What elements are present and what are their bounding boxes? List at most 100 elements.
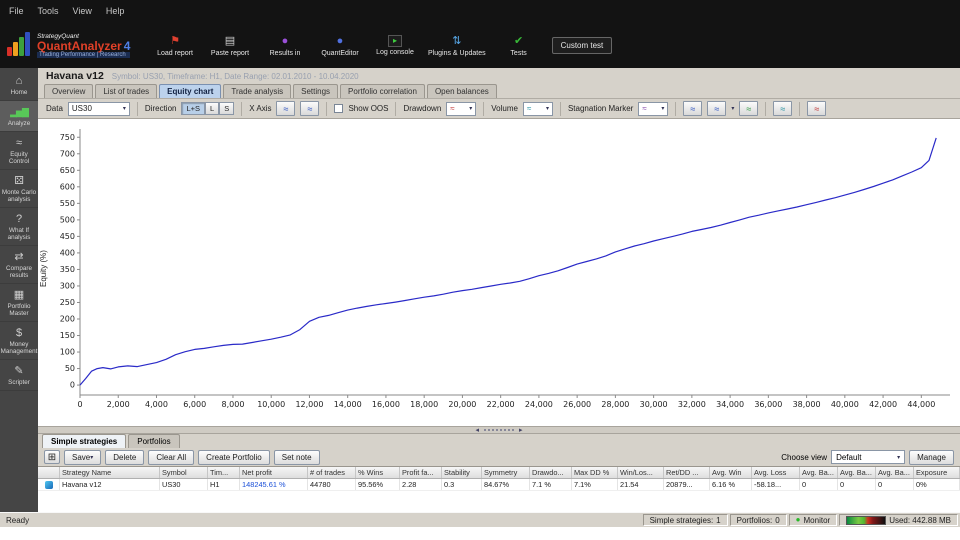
svg-text:18,000: 18,000 [410, 400, 438, 409]
menu-file[interactable]: File [9, 6, 24, 16]
portfolios-count: 0 [775, 515, 780, 525]
custom-test-button[interactable]: Custom test [551, 36, 613, 54]
sidebar-item-home[interactable]: ⌂ Home [0, 70, 38, 101]
menu-view[interactable]: View [73, 6, 92, 16]
sidebar-item-compare-results[interactable]: ⇄ Compare results [0, 246, 38, 284]
sidebar-item-money-management[interactable]: $ Money Management [0, 322, 38, 360]
set-note-button[interactable]: Set note [273, 449, 320, 465]
column-avg-win[interactable]: Avg. Win [710, 467, 752, 478]
sidebar-item-equity-control[interactable]: ≈ Equity Control [0, 132, 38, 170]
menu-tools[interactable]: Tools [38, 6, 59, 16]
svg-text:50: 50 [65, 364, 75, 373]
overlay-compare-button[interactable]: ≈ [773, 101, 793, 116]
show-oos-checkbox[interactable] [334, 104, 344, 113]
chart-style-log-button[interactable]: ≈ [707, 101, 727, 116]
column-timeframe[interactable]: Tim... [208, 467, 240, 478]
column-ret-dd[interactable]: Ret/DD ... [664, 467, 710, 478]
column-strategy-name[interactable]: Strategy Name [60, 467, 160, 478]
tab-settings[interactable]: Settings [293, 84, 339, 98]
overlay-equity-button[interactable]: ≈ [739, 101, 759, 116]
tab-overview[interactable]: Overview [44, 84, 94, 98]
column-drawdown[interactable]: Drawdo... [530, 467, 572, 478]
sidebar-item-analyze[interactable]: ▂▅▇ Analyze [0, 101, 38, 132]
xaxis-time-icon: ≈ [307, 103, 313, 114]
column-symbol[interactable]: Symbol [160, 467, 208, 478]
tests-button[interactable]: ✔ Tests [497, 34, 541, 57]
quantanalyzer-logo-icon [6, 32, 32, 58]
status-monitor[interactable]: ● Monitor [788, 514, 838, 526]
direction-long-button[interactable]: L [205, 102, 220, 115]
svg-text:650: 650 [60, 166, 75, 175]
report-subtitle: Symbol: US30, Timeframe: H1, Date Range:… [111, 71, 359, 81]
table-row[interactable]: Havana v12 US30 H1 148245.61 % 44780 95.… [38, 479, 960, 491]
sidebar-item-what-if[interactable]: ? What If analysis [0, 208, 38, 246]
xaxis-label: X Axis [249, 104, 272, 113]
column-avg-ba-3[interactable]: Avg. Ba... [876, 467, 914, 478]
create-portfolio-button[interactable]: Create Portfolio [198, 449, 270, 465]
column-symmetry[interactable]: Symmetry [482, 467, 530, 478]
load-report-button[interactable]: ⚑ Load report [153, 34, 197, 57]
log-console-button[interactable]: ▸ Log console [373, 34, 417, 56]
strategy-icon-cell [38, 479, 60, 490]
paste-report-button[interactable]: ▤ Paste report [208, 34, 252, 57]
cell-drawdown: 7.1 % [530, 479, 572, 490]
tab-portfolio-correlation[interactable]: Portfolio correlation [340, 84, 425, 98]
chevron-down-icon: ▾ [469, 106, 473, 112]
chart-table-splitter[interactable]: ◂ ▸ [38, 426, 960, 434]
tab-list-of-trades[interactable]: List of trades [95, 84, 158, 98]
column-max-dd[interactable]: Max DD % [572, 467, 618, 478]
overlay-benchmark-button[interactable]: ≈ [807, 101, 827, 116]
data-select[interactable]: US30 ▾ [67, 101, 130, 116]
report-title: Havana v12 [46, 70, 104, 82]
cell-profit-factor: 2.28 [400, 479, 442, 490]
select-columns-button[interactable]: ⊞ [44, 450, 60, 464]
menu-help[interactable]: Help [106, 6, 125, 16]
strategies-toolbar: ⊞ Save ▾ Delete Clear All Create Portfoli… [38, 448, 960, 466]
report-tabs: Overview List of trades Equity chart Tra… [38, 84, 960, 98]
column-num-trades[interactable]: # of trades [308, 467, 356, 478]
tab-equity-chart[interactable]: Equity chart [159, 84, 222, 98]
column-avg-ba-2[interactable]: Avg. Ba... [838, 467, 876, 478]
results-in-button[interactable]: ● Results in [263, 34, 307, 57]
column-avg-loss[interactable]: Avg. Loss [752, 467, 800, 478]
sidebar-item-scripter[interactable]: ✎ Scripter [0, 360, 38, 391]
quanteditor-button[interactable]: ● QuantEditor [318, 34, 362, 57]
cell-max-dd: 7.1% [572, 479, 618, 490]
column-profit-factor[interactable]: Profit fa... [400, 467, 442, 478]
quantanalyzer-window: File Tools View Help StrategyQuant Quant… [0, 0, 960, 540]
column-net-profit[interactable]: Net profit [240, 467, 308, 478]
clear-all-button[interactable]: Clear All [148, 449, 195, 465]
choose-view-select[interactable]: Default ▾ [831, 450, 906, 464]
direction-short-button[interactable]: S [219, 102, 235, 115]
plugins-updates-button[interactable]: ⇅ Plugins & Updates [428, 34, 486, 57]
volume-select[interactable]: ≈ ▾ [522, 101, 553, 116]
tab-portfolios[interactable]: Portfolios [128, 434, 180, 448]
save-button[interactable]: Save ▾ [64, 449, 102, 465]
stagnation-marker-select[interactable]: ≈ ▾ [638, 101, 669, 116]
manage-button[interactable]: Manage [909, 449, 954, 465]
tab-trade-analysis[interactable]: Trade analysis [223, 84, 292, 98]
xaxis-trades-button[interactable]: ≈ [276, 101, 296, 116]
tab-simple-strategies[interactable]: Simple strategies [42, 434, 127, 448]
status-simple-strategies: Simple strategies: 1 [642, 514, 728, 526]
direction-long-short-button[interactable]: L+S [181, 102, 206, 115]
chart-style-line-button[interactable]: ≈ [683, 101, 703, 116]
svg-text:32,000: 32,000 [678, 400, 706, 409]
column-stability[interactable]: Stability [442, 467, 482, 478]
xaxis-time-button[interactable]: ≈ [300, 101, 320, 116]
column-exposure[interactable]: Exposure [914, 467, 960, 478]
log-console-icon: ▸ [388, 34, 402, 47]
column-avg-ba-1[interactable]: Avg. Ba... [800, 467, 838, 478]
delete-button[interactable]: Delete [105, 449, 145, 465]
equity-chart[interactable]: 0 50 100 150 200 250 300 350 400 450 500 550 600 650 7… [50, 121, 958, 421]
sidebar-item-portfolio-master[interactable]: ▦ Portfolio Master [0, 284, 38, 322]
sidebar-item-monte-carlo[interactable]: ⚄ Monte Carlo analysis [0, 170, 38, 208]
monte-carlo-icon: ⚄ [14, 175, 24, 187]
column-pct-wins[interactable]: % Wins [356, 467, 400, 478]
results-in-icon: ● [281, 34, 289, 47]
top-bar: File Tools View Help StrategyQuant Quant… [0, 0, 960, 68]
drawdown-select[interactable]: ≈ ▾ [446, 101, 477, 116]
column-win-loss[interactable]: Win/Los... [618, 467, 664, 478]
tab-open-balances[interactable]: Open balances [426, 84, 497, 98]
brand-product: QuantAnalyzer 4 [37, 38, 131, 53]
